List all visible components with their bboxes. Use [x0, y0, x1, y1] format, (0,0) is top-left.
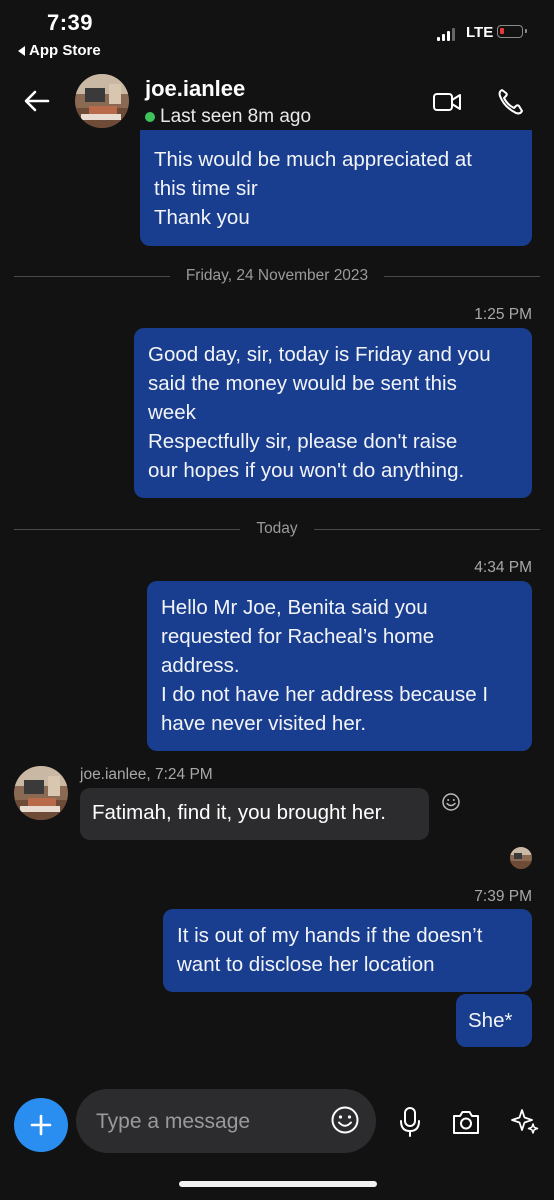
date-separator: Friday, 24 November 2023 [14, 266, 540, 286]
sparkle-icon[interactable] [510, 1106, 540, 1136]
signal-icon [437, 28, 455, 41]
plus-icon [30, 1114, 52, 1136]
message-line: our hopes if you won't do anything. [148, 459, 465, 482]
message-bubble-outgoing[interactable]: She* [456, 994, 532, 1047]
message-line: This would be much appreciated at [154, 148, 472, 171]
back-arrow-icon[interactable] [22, 86, 52, 116]
online-dot-icon [145, 112, 155, 122]
battery-icon [497, 25, 527, 38]
message-timestamp: 1:25 PM [474, 306, 532, 323]
message-line: have never visited her. [161, 712, 367, 735]
message-line: requested for Racheal’s home [161, 625, 435, 648]
contact-avatar[interactable] [75, 74, 129, 128]
message-bubble-outgoing[interactable]: It is out of my hands if the doesn’t wan… [163, 909, 532, 992]
home-indicator[interactable] [179, 1181, 377, 1187]
message-input[interactable] [94, 1103, 318, 1141]
back-triangle-icon [18, 45, 25, 56]
date-separator-label: Friday, 24 November 2023 [185, 267, 369, 284]
emoji-react-icon[interactable] [441, 792, 461, 812]
video-call-icon[interactable] [432, 90, 462, 114]
message-bubble-incoming[interactable]: Fatimah, find it, you brought her. [80, 788, 429, 840]
message-bubble-outgoing[interactable]: This would be much appreciated at this t… [140, 130, 532, 246]
sender-info: joe.ianlee, 7:24 PM [80, 766, 213, 783]
presence-text: Last seen 8m ago [160, 106, 312, 127]
attach-plus-button[interactable] [14, 1098, 68, 1152]
camera-icon[interactable] [451, 1108, 481, 1136]
back-to-app-link[interactable]: App Store [18, 42, 101, 59]
message-line: said the money would be sent this [148, 372, 457, 395]
message-line: address. [161, 654, 240, 677]
message-line: Thank you [154, 206, 250, 229]
microphone-icon[interactable] [398, 1106, 422, 1138]
message-line: I do not have her address because I [161, 683, 489, 706]
chat-header: joe.ianlee Last seen 8m ago [0, 64, 554, 140]
message-line: It is out of my hands if the doesn’t [177, 924, 483, 947]
message-line: Fatimah, find it, you brought her. [92, 801, 386, 824]
network-type: LTE [466, 24, 494, 41]
presence-status: Last seen 8m ago [145, 106, 311, 128]
status-bar: 7:39 App Store LTE [0, 0, 554, 64]
sender-avatar[interactable] [14, 766, 68, 820]
message-line: Hello Mr Joe, Benita said you [161, 596, 428, 619]
read-receipt-avatar [510, 847, 532, 869]
date-separator: Today [14, 519, 540, 539]
emoji-icon[interactable] [330, 1105, 360, 1135]
message-bubble-outgoing[interactable]: Good day, sir, today is Friday and you s… [134, 328, 532, 498]
message-timestamp: 7:39 PM [474, 888, 532, 905]
date-separator-label: Today [256, 520, 298, 537]
message-timestamp: 4:34 PM [474, 559, 532, 576]
message-line: this time sir [154, 177, 258, 200]
phone-icon[interactable] [497, 87, 523, 115]
message-line: want to disclose her location [177, 953, 435, 976]
message-bubble-outgoing[interactable]: Hello Mr Joe, Benita said you requested … [147, 581, 532, 751]
message-line: Respectfully sir, please don't raise [148, 430, 458, 453]
contact-name[interactable]: joe.ianlee [145, 76, 245, 102]
back-app-label: App Store [29, 42, 101, 59]
message-line: She* [468, 1009, 513, 1032]
message-line: week [148, 401, 196, 424]
message-line: Good day, sir, today is Friday and you [148, 343, 491, 366]
status-time: 7:39 [47, 10, 94, 35]
